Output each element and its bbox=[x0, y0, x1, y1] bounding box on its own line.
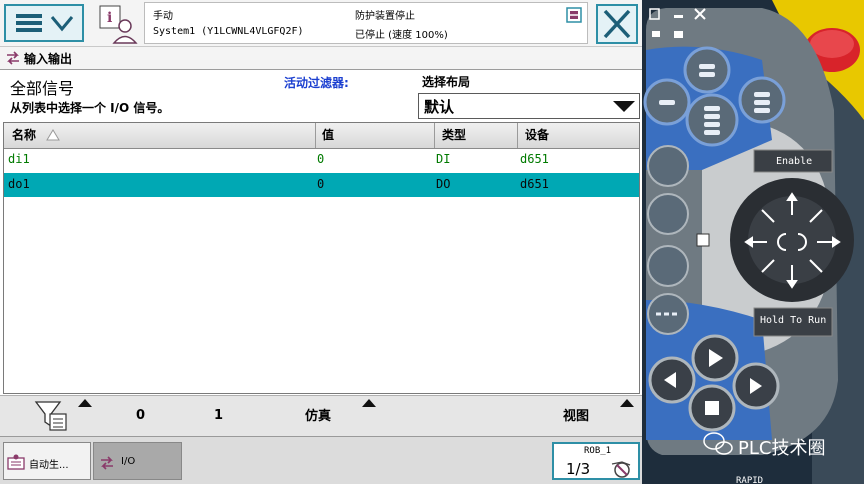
watermark-text: PLC技术圈 bbox=[738, 438, 826, 459]
pendant-body bbox=[642, 0, 864, 484]
row-name: do1 bbox=[8, 177, 30, 191]
menu-up-arrow-icon bbox=[620, 399, 634, 407]
mech-unit-key[interactable] bbox=[647, 145, 689, 187]
row-device: d651 bbox=[520, 177, 549, 191]
filter-button[interactable] bbox=[30, 391, 86, 434]
safety-state-text: 防护装置停止 bbox=[355, 11, 415, 22]
row-type: DI bbox=[436, 152, 451, 166]
prog-key-3[interactable] bbox=[685, 93, 739, 147]
simulate-button[interactable]: 仿真 bbox=[305, 405, 331, 424]
program-icon bbox=[7, 454, 25, 470]
taskbar: 自动生... I/O ROB_1 1/3 bbox=[0, 436, 642, 484]
motion-mode-key[interactable] bbox=[647, 193, 689, 235]
status-panel[interactable]: 手动 System1 (Y1LCWNL4VLGFQ2F) 防护装置停止 已停止 … bbox=[144, 2, 588, 44]
close-button[interactable] bbox=[596, 4, 638, 44]
col-value-header[interactable]: 值 bbox=[322, 126, 334, 143]
task-label: 自动生... bbox=[29, 460, 69, 471]
layout-value: 默认 bbox=[424, 98, 455, 116]
prog-key-1[interactable] bbox=[683, 46, 731, 94]
flexpendant-hardware: Enable Hold To Run PLC技术圈 RAPID bbox=[642, 0, 864, 484]
row-value: 0 bbox=[317, 177, 325, 191]
table-header: 名称 值 类型 设备 bbox=[4, 123, 639, 149]
active-filter-label: 活动过滤器: bbox=[284, 76, 349, 90]
table-row[interactable]: di1 0 DI d651 bbox=[4, 148, 639, 172]
enable-label: Enable bbox=[776, 156, 813, 167]
chevron-down-icon bbox=[613, 101, 635, 112]
layout-dropdown[interactable]: 默认 bbox=[418, 93, 640, 119]
menu-up-arrow-icon bbox=[362, 399, 376, 407]
status-icon bbox=[566, 7, 582, 23]
increment-key[interactable] bbox=[647, 245, 689, 287]
close-icon bbox=[603, 9, 631, 39]
row-device: d651 bbox=[520, 152, 549, 166]
operator-icon[interactable]: i bbox=[98, 4, 138, 44]
quickset-button[interactable]: ROB_1 1/3 bbox=[552, 442, 640, 480]
speed-fraction: 1/3 bbox=[566, 460, 591, 478]
filter-icon bbox=[34, 391, 86, 431]
io-icon bbox=[7, 51, 19, 65]
instruction-text: 从列表中选择一个 I/O 信号。 bbox=[10, 101, 170, 115]
col-device-header[interactable]: 设备 bbox=[525, 126, 549, 143]
svg-text:i: i bbox=[107, 10, 112, 26]
robot-label: ROB_1 bbox=[584, 446, 612, 456]
breadcrumb: 输入输出 bbox=[0, 47, 642, 70]
speed-icon bbox=[611, 461, 631, 478]
view-button[interactable]: 视图 bbox=[563, 405, 589, 424]
set-zero-button[interactable]: 0 bbox=[136, 408, 145, 423]
row-value: 0 bbox=[317, 152, 325, 166]
set-one-button[interactable]: 1 bbox=[214, 408, 223, 423]
top-bar: i 手动 System1 (Y1LCWNL4VLGFQ2F) 防护装置停止 已停… bbox=[0, 0, 642, 47]
page-title: 输入输出 bbox=[24, 52, 73, 66]
row-type: DO bbox=[436, 177, 451, 191]
task-label: I/O bbox=[121, 456, 136, 467]
layout-label: 选择布局 bbox=[422, 75, 471, 89]
rapid-label: RAPID bbox=[736, 476, 764, 484]
system-name: System1 (Y1LCWNL4VLGFQ2F) bbox=[153, 26, 304, 37]
table-row-selected[interactable]: do1 0 DO d651 bbox=[4, 173, 639, 197]
speed-text: 已停止 (速度 100%) bbox=[355, 30, 448, 41]
col-type-header[interactable]: 类型 bbox=[442, 126, 466, 143]
flexpendant-screen: i 手动 System1 (Y1LCWNL4VLGFQ2F) 防护装置停止 已停… bbox=[0, 0, 642, 484]
command-bar: 0 1 仿真 视图 bbox=[0, 391, 642, 436]
signal-table: 名称 值 类型 设备 di1 0 DI d651 do1 0 DO d651 bbox=[3, 122, 640, 394]
menu-icon bbox=[16, 14, 74, 32]
row-name: di1 bbox=[8, 152, 30, 166]
task-io[interactable]: I/O bbox=[93, 442, 182, 480]
menu-up-arrow-icon bbox=[78, 399, 92, 407]
list-title: 全部信号 bbox=[10, 79, 75, 98]
hold-to-run-label: Hold To Run bbox=[760, 315, 827, 326]
main-menu-button[interactable] bbox=[4, 4, 84, 42]
sort-ascending-icon bbox=[46, 129, 60, 141]
task-autoprod[interactable]: 自动生... bbox=[3, 442, 91, 480]
col-name-header[interactable]: 名称 bbox=[12, 126, 36, 143]
io-icon bbox=[101, 456, 113, 470]
mode-text: 手动 bbox=[153, 11, 173, 22]
